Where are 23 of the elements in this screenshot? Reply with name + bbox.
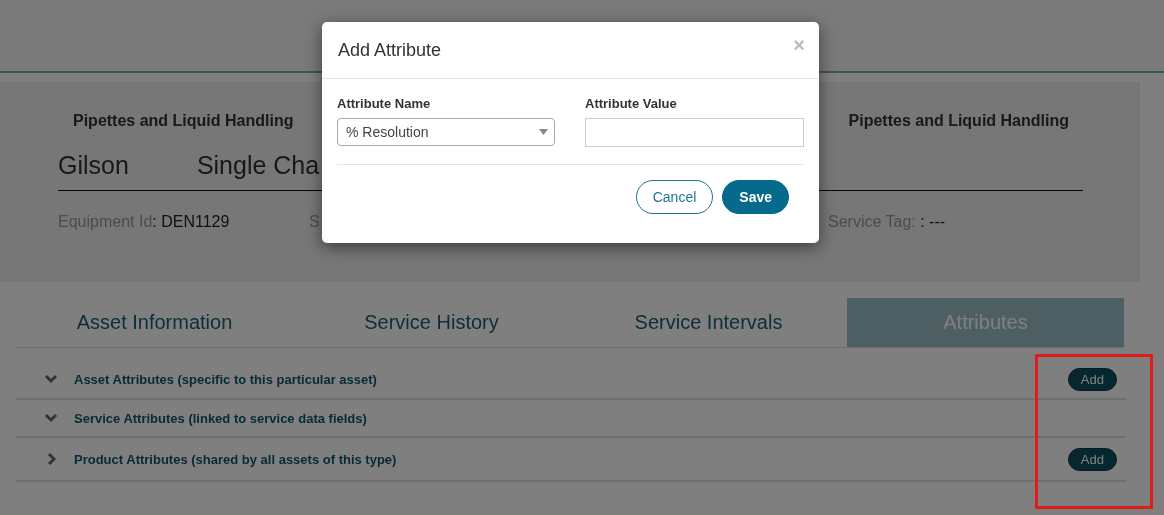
chevron-icon[interactable] [44,411,58,425]
tab[interactable]: Service History [293,298,570,347]
section-title[interactable]: Product Attributes (shared by all assets of this type) [74,451,1068,467]
attribute-value-field[interactable] [585,118,804,147]
caret-icon [539,129,548,135]
tab[interactable]: Service Intervals [570,298,847,347]
cancel-button[interactable]: Cancel [635,180,714,214]
field-label: Attribute Value [585,96,678,111]
category-label: Pipettes and Liquid Handling [848,112,1069,130]
section-title[interactable]: Asset Attributes (specific to this particular asset) [74,371,1068,387]
chevron-icon[interactable] [44,372,58,386]
model-name: Single Cha [196,151,320,180]
dialog-title: Add Attribute [338,39,442,61]
section-title[interactable]: Service Attributes (linked to service data fields) [74,410,1117,426]
field-label: Attribute Name [337,96,432,111]
add-button[interactable]: Add [1067,367,1117,391]
manufacturer-name: Gilson [58,151,129,180]
attribute-name-select[interactable]: % Resolution [337,118,555,146]
category-label: Pipettes and Liquid Handling [73,112,294,130]
close-button[interactable]: × [793,33,805,57]
add-button[interactable]: Add [1067,447,1117,471]
tab[interactable]: Asset Information [16,298,293,347]
save-button[interactable]: Save [722,180,789,214]
